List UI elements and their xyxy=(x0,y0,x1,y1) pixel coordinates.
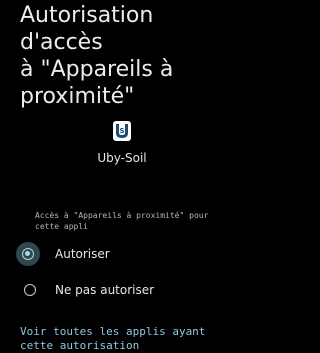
deny-radio-button[interactable] xyxy=(24,284,36,296)
svg-text:S: S xyxy=(119,127,124,135)
app-name: Uby-Soil xyxy=(97,151,147,165)
deny-option-label: Ne pas autoriser xyxy=(55,283,155,297)
permission-description: Accès à "Appareils à proximité" pour cet… xyxy=(35,211,209,231)
page-title: Autorisation d'accès à "Appareils à prox… xyxy=(20,3,174,109)
allow-option[interactable]: Autoriser xyxy=(0,237,244,271)
allow-radio-button[interactable] xyxy=(22,248,34,260)
uby-soil-app-icon: S xyxy=(113,121,131,141)
see-all-apps-link[interactable]: Voir toutes les applis ayant cette autor… xyxy=(20,325,235,353)
allow-option-label: Autoriser xyxy=(55,247,110,261)
deny-option[interactable]: Ne pas autoriser xyxy=(0,273,244,307)
